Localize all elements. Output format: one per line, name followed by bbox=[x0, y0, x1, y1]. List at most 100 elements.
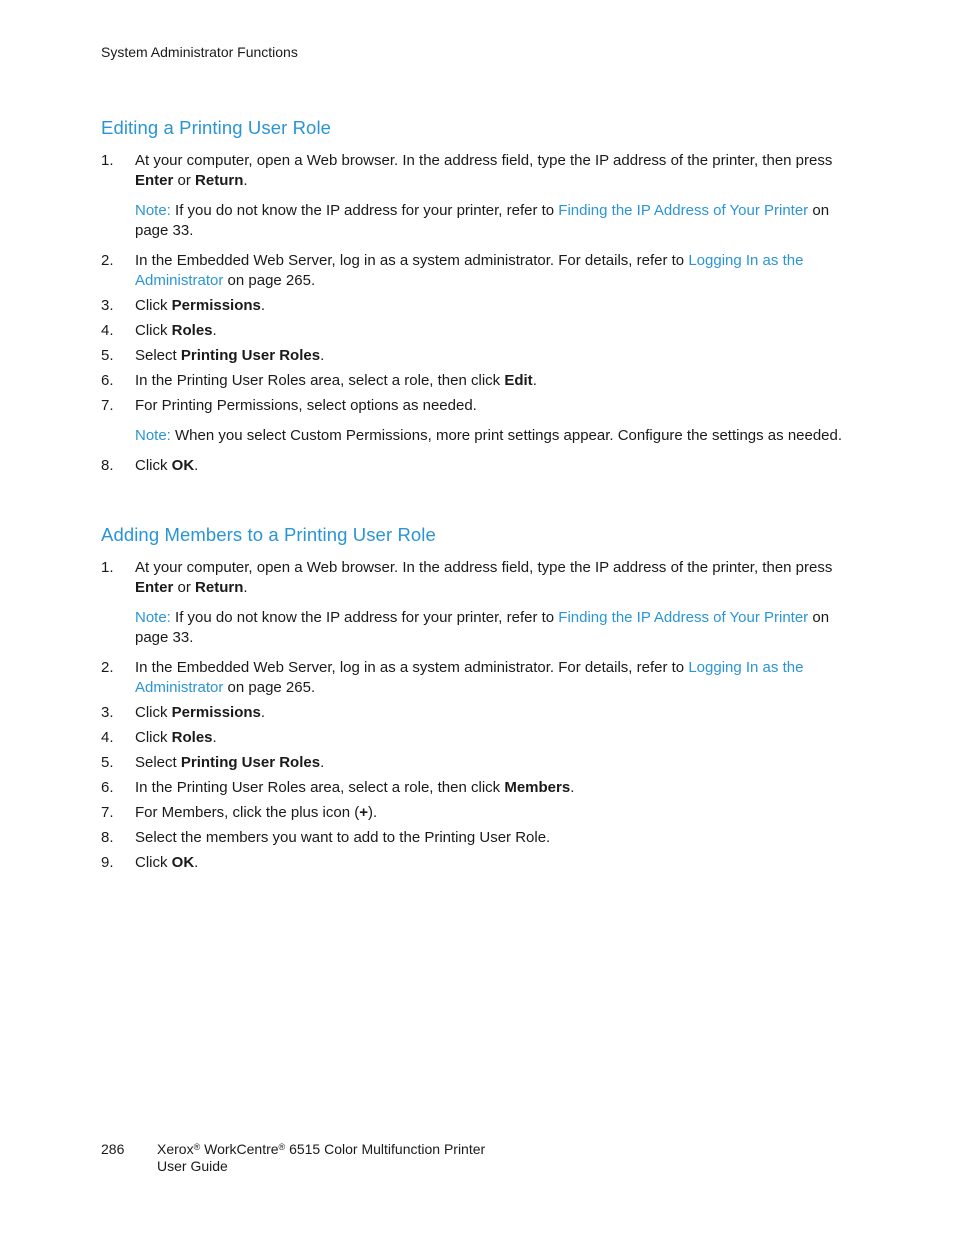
step-text-part: . bbox=[320, 347, 325, 364]
step-text-part: . bbox=[194, 854, 199, 871]
step-item: 3. Click Permissions. bbox=[101, 296, 851, 316]
step-text: 4. Click Roles. bbox=[101, 321, 851, 341]
note-label: Note: bbox=[135, 202, 171, 219]
registered-mark: ® bbox=[193, 1142, 201, 1152]
step-number: 4. bbox=[101, 729, 114, 746]
step-text-part: . bbox=[212, 322, 217, 339]
step-text: 7. For Printing Permissions, select optio… bbox=[101, 396, 851, 416]
step-text-part: In the Printing User Roles area, select … bbox=[135, 372, 505, 389]
ui-term: Printing User Roles bbox=[180, 347, 321, 364]
step-number: 8. bbox=[101, 457, 114, 474]
step-text-part: . bbox=[320, 754, 325, 771]
note-label: Note: bbox=[135, 427, 171, 444]
note: Note: If you do not know the IP address … bbox=[135, 608, 851, 648]
ui-term: Enter bbox=[135, 172, 174, 189]
step-text-part: Select bbox=[135, 754, 181, 771]
ui-term: Permissions bbox=[171, 297, 261, 314]
step-text-part: . bbox=[212, 729, 217, 746]
ui-term: OK bbox=[171, 854, 195, 871]
step-text: 7. For Members, click the plus icon (+). bbox=[101, 803, 851, 823]
step-text-part: In the Embedded Web Server, log in as a … bbox=[135, 659, 689, 676]
note-text: When you select Custom Permissions, more… bbox=[170, 427, 843, 444]
step-text-part: Click bbox=[135, 854, 172, 871]
step-text-part: . bbox=[260, 297, 266, 314]
step-item: 7. For Printing Permissions, select optio… bbox=[101, 396, 851, 446]
step-number: 4. bbox=[101, 322, 114, 339]
ui-term: Printing User Roles bbox=[180, 754, 321, 771]
step-item: 9. Click OK. bbox=[101, 853, 851, 873]
brand-name: Xerox bbox=[157, 1141, 194, 1157]
step-text-part: . bbox=[570, 779, 575, 796]
note: Note: When you select Custom Permissions… bbox=[135, 426, 851, 446]
ui-term: OK bbox=[171, 457, 195, 474]
step-item: 2. In the Embedded Web Server, log in as … bbox=[101, 658, 851, 698]
cross-reference-link[interactable]: Finding the IP Address of Your Printer bbox=[558, 609, 808, 626]
step-item: 4. Click Roles. bbox=[101, 321, 851, 341]
step-text: 6. In the Printing User Roles area, selec… bbox=[101, 778, 851, 798]
step-text: 8. Click OK. bbox=[101, 456, 851, 476]
note-text: If you do not know the IP address for yo… bbox=[170, 202, 559, 219]
step-text-part: on page 265. bbox=[223, 272, 316, 289]
step-number: 6. bbox=[101, 779, 114, 796]
step-item: 6. In the Printing User Roles area, selec… bbox=[101, 371, 851, 391]
step-number: 2. bbox=[101, 252, 114, 269]
step-item: 8. Click OK. bbox=[101, 456, 851, 476]
registered-mark: ® bbox=[278, 1142, 286, 1152]
step-text-part: on page 265. bbox=[223, 679, 316, 696]
step-number: 5. bbox=[101, 754, 114, 771]
ui-term: Roles bbox=[171, 729, 213, 746]
note-label: Note: bbox=[135, 609, 171, 626]
step-text-part: Click bbox=[135, 704, 172, 721]
step-number: 3. bbox=[101, 297, 114, 314]
ui-term: Permissions bbox=[171, 704, 261, 721]
cross-reference-link[interactable]: Finding the IP Address of Your Printer bbox=[558, 202, 808, 219]
step-text: 1. At your computer, open a Web browser. … bbox=[101, 151, 851, 191]
step-text-part: . bbox=[243, 172, 248, 189]
step-text: 5. Select Printing User Roles. bbox=[101, 346, 851, 366]
step-number: 6. bbox=[101, 372, 114, 389]
step-text: 3. Click Permissions. bbox=[101, 703, 851, 723]
step-text-part: or bbox=[173, 579, 196, 596]
step-text-part: At your computer, open a Web browser. In… bbox=[135, 559, 833, 576]
step-number: 5. bbox=[101, 347, 114, 364]
step-text-part: At your computer, open a Web browser. In… bbox=[135, 152, 833, 169]
step-item: 2. In the Embedded Web Server, log in as … bbox=[101, 251, 851, 291]
step-text-part: Select the members you want to add to th… bbox=[135, 829, 551, 846]
step-text-part: Click bbox=[135, 322, 172, 339]
note-text: If you do not know the IP address for yo… bbox=[170, 609, 559, 626]
step-number: 7. bbox=[101, 397, 114, 414]
ui-term: + bbox=[359, 804, 368, 821]
step-text: 2. In the Embedded Web Server, log in as … bbox=[101, 658, 851, 698]
running-head: System Administrator Functions bbox=[101, 44, 298, 60]
step-text: 4. Click Roles. bbox=[101, 728, 851, 748]
ui-term: Enter bbox=[135, 579, 174, 596]
ui-term: Members bbox=[504, 779, 571, 796]
step-text-part: In the Printing User Roles area, select … bbox=[135, 779, 505, 796]
product-name: WorkCentre bbox=[200, 1141, 279, 1157]
step-number: 1. bbox=[101, 152, 114, 169]
step-text-part: Click bbox=[135, 729, 172, 746]
step-text: 5. Select Printing User Roles. bbox=[101, 753, 851, 773]
step-item: 5. Select Printing User Roles. bbox=[101, 753, 851, 773]
step-text-part: . bbox=[260, 704, 266, 721]
step-item: 7. For Members, click the plus icon (+). bbox=[101, 803, 851, 823]
step-item: 6. In the Printing User Roles area, selec… bbox=[101, 778, 851, 798]
document-title: Xerox® WorkCentre® 6515 Color Multifunct… bbox=[157, 1141, 577, 1175]
step-text-part: For Members, click the plus icon ( bbox=[135, 804, 360, 821]
ui-term: Roles bbox=[171, 322, 213, 339]
section-title-editing: Editing a Printing User Role bbox=[101, 117, 332, 138]
step-text: 2. In the Embedded Web Server, log in as … bbox=[101, 251, 851, 291]
step-item: 3. Click Permissions. bbox=[101, 703, 851, 723]
ui-term: Edit bbox=[504, 372, 533, 389]
step-text: 3. Click Permissions. bbox=[101, 296, 851, 316]
step-text: 6. In the Printing User Roles area, selec… bbox=[101, 371, 851, 391]
guide-name: User Guide bbox=[157, 1158, 228, 1174]
step-text-part: For Printing Permissions, select options… bbox=[135, 397, 477, 414]
step-number: 3. bbox=[101, 704, 114, 721]
step-text-part: or bbox=[173, 172, 196, 189]
step-text-part: . bbox=[532, 372, 537, 389]
step-text-part: Click bbox=[135, 457, 172, 474]
ui-term: Return bbox=[195, 579, 244, 596]
step-text-part: Click bbox=[135, 297, 172, 314]
section-title-adding-members: Adding Members to a Printing User Role bbox=[101, 524, 436, 545]
